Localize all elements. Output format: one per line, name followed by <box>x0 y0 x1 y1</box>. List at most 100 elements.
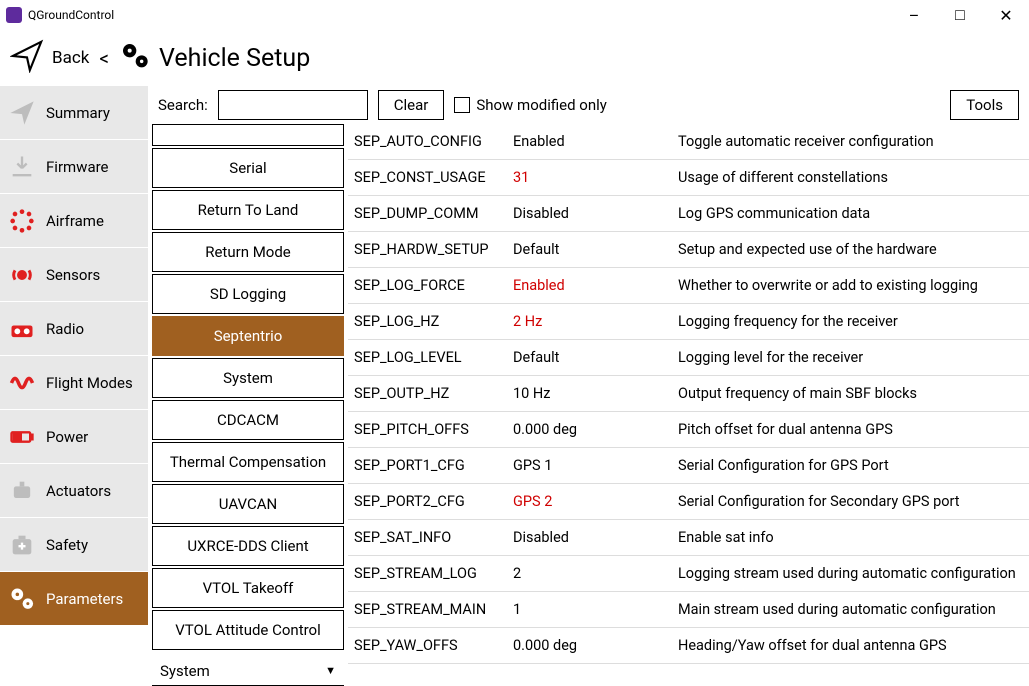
param-row[interactable]: SEP_SAT_INFODisabledEnable sat info <box>348 520 1029 556</box>
group-item-serial[interactable]: Serial <box>152 148 344 188</box>
param-row[interactable]: SEP_DUMP_COMMDisabledLog GPS communicati… <box>348 196 1029 232</box>
plane-icon <box>10 39 44 77</box>
group-item-uavcan[interactable]: UAVCAN <box>152 484 344 524</box>
param-row[interactable]: SEP_HARDW_SETUPDefaultSetup and expected… <box>348 232 1029 268</box>
param-name: SEP_DUMP_COMM <box>348 205 513 222</box>
group-item-return-mode[interactable]: Return Mode <box>152 232 344 272</box>
param-name: SEP_LOG_LEVEL <box>348 349 513 366</box>
param-description: Pitch offset for dual antenna GPS <box>678 421 1029 438</box>
param-row[interactable]: SEP_LOG_LEVELDefaultLogging level for th… <box>348 340 1029 376</box>
param-row[interactable]: SEP_LOG_HZ2 HzLogging frequency for the … <box>348 304 1029 340</box>
app-logo-icon <box>6 7 22 23</box>
param-description: Serial Configuration for Secondary GPS p… <box>678 493 1029 510</box>
sidebar-item-summary[interactable]: Summary <box>0 86 148 139</box>
param-value: Default <box>513 241 678 258</box>
group-list: SerialReturn To LandReturn ModeSD Loggin… <box>148 124 348 686</box>
sidebar-item-label: Actuators <box>46 482 111 500</box>
close-button[interactable]: ✕ <box>983 0 1029 30</box>
param-description: Main stream used during automatic config… <box>678 601 1029 618</box>
param-description: Heading/Yaw offset for dual antenna GPS <box>678 637 1029 654</box>
gears-icon <box>8 585 36 613</box>
sidebar-item-firmware[interactable]: Firmware <box>0 140 148 193</box>
app-title: QGroundControl <box>28 8 891 22</box>
param-description: Log GPS communication data <box>678 205 1029 222</box>
sidebar-item-airframe[interactable]: Airframe <box>0 194 148 247</box>
maximize-button[interactable]: □ <box>937 0 983 30</box>
sidebar-item-flight-modes[interactable]: Flight Modes <box>0 356 148 409</box>
sidebar-item-label: Parameters <box>46 590 123 608</box>
param-name: SEP_HARDW_SETUP <box>348 241 513 258</box>
param-name: SEP_PORT2_CFG <box>348 493 513 510</box>
group-item-vtol-takeoff[interactable]: VTOL Takeoff <box>152 568 344 608</box>
param-name: SEP_LOG_HZ <box>348 313 513 330</box>
param-row[interactable]: SEP_OUTP_HZ10 HzOutput frequency of main… <box>348 376 1029 412</box>
param-name: SEP_YAW_OFFS <box>348 637 513 654</box>
group-item-uxrce-dds-client[interactable]: UXRCE-DDS Client <box>152 526 344 566</box>
param-row[interactable]: SEP_PORT1_CFGGPS 1Serial Configuration f… <box>348 448 1029 484</box>
param-row[interactable]: SEP_CONST_USAGE31Usage of different cons… <box>348 160 1029 196</box>
robot-icon <box>8 477 36 505</box>
dots-icon <box>8 207 36 235</box>
param-name: SEP_STREAM_LOG <box>348 565 513 582</box>
param-name: SEP_OUTP_HZ <box>348 385 513 402</box>
param-value: GPS 2 <box>513 493 678 510</box>
group-item-return-to-land[interactable]: Return To Land <box>152 190 344 230</box>
clear-button[interactable]: Clear <box>378 90 445 120</box>
param-value: Disabled <box>513 205 678 222</box>
param-value: 2 Hz <box>513 313 678 330</box>
param-value: Default <box>513 349 678 366</box>
param-row[interactable]: SEP_STREAM_LOG2Logging stream used durin… <box>348 556 1029 592</box>
param-row[interactable]: SEP_STREAM_MAIN1Main stream used during … <box>348 592 1029 628</box>
group-item-septentrio[interactable]: Septentrio <box>152 316 344 356</box>
param-description: Setup and expected use of the hardware <box>678 241 1029 258</box>
param-row[interactable]: SEP_AUTO_CONFIGEnabledToggle automatic r… <box>348 124 1029 160</box>
param-value: 0.000 deg <box>513 637 678 654</box>
param-value: Enabled <box>513 133 678 150</box>
param-name: SEP_STREAM_MAIN <box>348 601 513 618</box>
sidebar-item-power[interactable]: Power <box>0 410 148 463</box>
param-name: SEP_LOG_FORCE <box>348 277 513 294</box>
group-item-thermal-compensation[interactable]: Thermal Compensation <box>152 442 344 482</box>
sidebar-item-radio[interactable]: Radio <box>0 302 148 355</box>
param-value: GPS 1 <box>513 457 678 474</box>
show-modified-checkbox[interactable]: Show modified only <box>454 96 607 114</box>
search-input[interactable] <box>218 90 368 120</box>
param-description: Serial Configuration for GPS Port <box>678 457 1029 474</box>
back-button[interactable]: Back <box>52 48 89 68</box>
param-value: 2 <box>513 565 678 582</box>
group-item-system[interactable]: System <box>152 358 344 398</box>
param-row[interactable]: SEP_LOG_FORCEEnabledWhether to overwrite… <box>348 268 1029 304</box>
checkbox-icon <box>454 97 470 113</box>
param-description: Logging stream used during automatic con… <box>678 565 1029 582</box>
download-icon <box>8 153 36 181</box>
param-row[interactable]: SEP_YAW_OFFS0.000 degHeading/Yaw offset … <box>348 628 1029 664</box>
sidebar-item-actuators[interactable]: Actuators <box>0 464 148 517</box>
header: Back < Vehicle Setup <box>0 30 1029 86</box>
param-name: SEP_AUTO_CONFIG <box>348 133 513 150</box>
search-label: Search: <box>158 96 208 114</box>
sidebar: Summary FirmwareAirframe Sensors Radio Fligh… <box>0 86 148 686</box>
minimize-button[interactable]: – <box>891 0 937 30</box>
group-item-head[interactable] <box>152 124 344 146</box>
group-item-sd-logging[interactable]: SD Logging <box>152 274 344 314</box>
system-dropdown[interactable]: System▼ <box>152 656 344 686</box>
sidebar-item-sensors[interactable]: Sensors <box>0 248 148 301</box>
tools-button[interactable]: Tools <box>950 90 1019 120</box>
param-value: 31 <box>513 169 678 186</box>
group-item-cdcacm[interactable]: CDCACM <box>152 400 344 440</box>
param-description: Whether to overwrite or add to existing … <box>678 277 1029 294</box>
param-description: Logging level for the receiver <box>678 349 1029 366</box>
plane-icon <box>8 99 36 127</box>
sidebar-item-safety[interactable]: Safety <box>0 518 148 571</box>
sidebar-item-parameters[interactable]: Parameters <box>0 572 148 625</box>
param-row[interactable]: SEP_PORT2_CFGGPS 2Serial Configuration f… <box>348 484 1029 520</box>
show-modified-label: Show modified only <box>476 96 607 114</box>
param-name: SEP_CONST_USAGE <box>348 169 513 186</box>
group-item-vtol-attitude-control[interactable]: VTOL Attitude Control <box>152 610 344 650</box>
param-row[interactable]: SEP_PITCH_OFFS0.000 degPitch offset for … <box>348 412 1029 448</box>
titlebar: QGroundControl – □ ✕ <box>0 0 1029 30</box>
sidebar-item-label: Sensors <box>46 266 100 284</box>
sidebar-item-label: Summary <box>46 104 110 122</box>
param-description: Toggle automatic receiver configuration <box>678 133 1029 150</box>
sidebar-item-label: Flight Modes <box>46 374 133 392</box>
